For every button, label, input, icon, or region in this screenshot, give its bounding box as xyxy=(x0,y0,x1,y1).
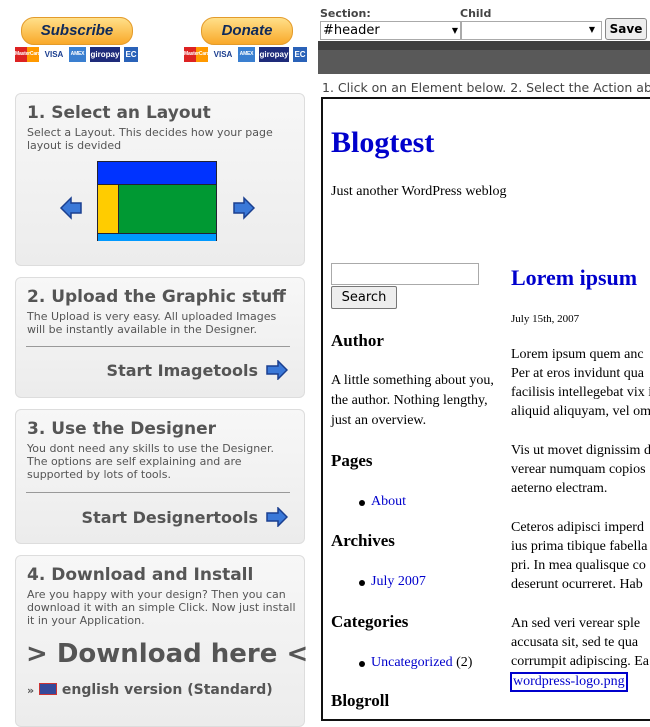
step-designer: 3. Use the Designer You dont need any sk… xyxy=(15,409,305,544)
layout-sidebar xyxy=(98,184,119,233)
ec-icon: EC xyxy=(124,47,138,62)
toolbar-bar xyxy=(318,50,650,74)
chevron-down-icon: ▼ xyxy=(588,25,595,34)
amex-icon: AMEX xyxy=(238,47,255,62)
post-text: aeterno electram. xyxy=(511,481,608,496)
version-label: english version (Standard) xyxy=(61,682,273,698)
post-text: pri. In mea qualisque co xyxy=(511,558,646,573)
uk-flag-icon xyxy=(38,683,57,695)
giropay-icon: giropay xyxy=(90,47,120,62)
post-text: Lorem ipsum quem anc xyxy=(511,347,644,362)
step-download: 4. Download and Install Are you happy wi… xyxy=(15,555,308,727)
post-date: July 15th, 2007 xyxy=(511,313,580,325)
blog-title-link[interactable]: Blogtest xyxy=(331,126,434,160)
section-label: Section: xyxy=(320,7,371,20)
post-text: facilisis intellegebat vix i xyxy=(511,385,650,400)
category-count: (2) xyxy=(456,655,473,670)
blog-preview[interactable]: Blogtest Just another WordPress weblog S… xyxy=(321,97,650,721)
list-item: July 2007 xyxy=(359,574,426,590)
layout-preview[interactable] xyxy=(97,161,217,241)
page-link-about[interactable]: About xyxy=(371,494,406,509)
section-select[interactable]: #header ▼ xyxy=(320,21,462,40)
step-desc: Select a Layout. This decides how your p… xyxy=(27,126,273,152)
arrow-right-icon xyxy=(266,507,288,527)
post-text: Vis ut movet dignissim d xyxy=(511,443,650,458)
blog-tagline: Just another WordPress weblog xyxy=(331,184,507,199)
search-button[interactable]: Search xyxy=(331,286,397,309)
step-title: 3. Use the Designer xyxy=(27,419,217,439)
category-link[interactable]: Uncategorized xyxy=(371,655,453,670)
layout-content xyxy=(119,184,216,233)
post-text: verear numquam copios xyxy=(511,462,646,477)
donate-button[interactable]: Donate xyxy=(201,17,293,45)
section-value: #header xyxy=(323,23,380,38)
divider xyxy=(26,492,290,493)
post-text: aliquid aliquyam, vel om xyxy=(511,404,650,419)
mastercard-icon: MasterCard xyxy=(15,47,39,62)
step-desc: The Upload is very easy. All uploaded Im… xyxy=(27,310,277,336)
ec-icon: EC xyxy=(293,47,307,62)
post-text: deserunt ocurreret. Hab xyxy=(511,577,643,592)
list-item: About xyxy=(359,494,406,510)
post-title-link[interactable]: Lorem ipsum xyxy=(511,265,637,291)
step-upload: 2. Upload the Graphic stuff The Upload i… xyxy=(15,277,305,398)
save-button[interactable]: Save xyxy=(605,18,647,40)
amex-icon: AMEX xyxy=(69,47,86,62)
step-title: 4. Download and Install xyxy=(27,565,254,585)
post-text: Per at eros invidunt qua xyxy=(511,366,644,381)
visa-icon: VISA xyxy=(213,50,233,59)
step-select-layout: 1. Select an Layout Select a Layout. Thi… xyxy=(15,93,305,266)
arrow-right-icon[interactable] xyxy=(232,196,256,220)
arrow-left-icon[interactable] xyxy=(59,196,83,220)
chevron-down-icon: ▼ xyxy=(451,26,458,35)
start-imagetools-link[interactable]: Start Imagetools xyxy=(107,360,288,380)
step-desc: Are you happy with your design? Then you… xyxy=(27,588,296,627)
instructions: 1. Click on an Element below. 2. Select … xyxy=(322,80,650,95)
mastercard-icon: MasterCard xyxy=(184,47,208,62)
giropay-icon: giropay xyxy=(259,47,289,62)
archives-heading: Archives xyxy=(331,531,395,550)
author-text: A little something about you, the author… xyxy=(331,373,494,428)
divider xyxy=(26,346,290,347)
payment-cards: MasterCard VISA AMEX giropay EC xyxy=(184,47,307,62)
pages-heading: Pages xyxy=(331,451,373,470)
post-text: An sed veri verear sple xyxy=(511,616,641,631)
post-text: ius prima tibique fabella xyxy=(511,539,648,554)
action-label: Start Imagetools xyxy=(106,360,258,380)
toolbar-strip xyxy=(318,41,650,50)
archive-link[interactable]: July 2007 xyxy=(371,574,426,589)
step-desc: You dont need any skills to use the Desi… xyxy=(27,442,274,481)
categories-heading: Categories xyxy=(331,612,409,631)
english-version-link[interactable]: » english version (Standard) xyxy=(27,682,273,698)
layout-footer xyxy=(98,233,216,241)
action-label: Start Designertools xyxy=(81,507,258,527)
link-prefix: » xyxy=(27,684,35,697)
step-title: 1. Select an Layout xyxy=(27,103,211,123)
list-item: Uncategorized (2) xyxy=(358,655,473,671)
start-designertools-link[interactable]: Start Designertools xyxy=(82,507,288,527)
layout-header xyxy=(98,162,216,184)
subscribe-button[interactable]: Subscribe xyxy=(21,17,133,45)
child-label: Child xyxy=(460,7,492,20)
child-select[interactable]: ▼ xyxy=(460,21,602,40)
blogroll-heading: Blogroll xyxy=(331,691,390,710)
visa-icon: VISA xyxy=(44,50,64,59)
post-text: corrumpit adipiscing. Ea xyxy=(511,654,650,669)
search-input[interactable] xyxy=(331,263,479,285)
step-title: 2. Upload the Graphic stuff xyxy=(27,287,286,307)
payment-cards: MasterCard VISA AMEX giropay EC xyxy=(15,47,138,62)
post-text: Ceteros adipisci imperd xyxy=(511,520,644,535)
arrow-right-icon xyxy=(266,360,288,380)
image-link[interactable]: wordpress-logo.png xyxy=(510,672,628,692)
post-text: accusata sit, sed te qua xyxy=(511,635,639,650)
download-link[interactable]: > Download here < xyxy=(26,639,308,669)
author-heading: Author xyxy=(331,331,384,350)
